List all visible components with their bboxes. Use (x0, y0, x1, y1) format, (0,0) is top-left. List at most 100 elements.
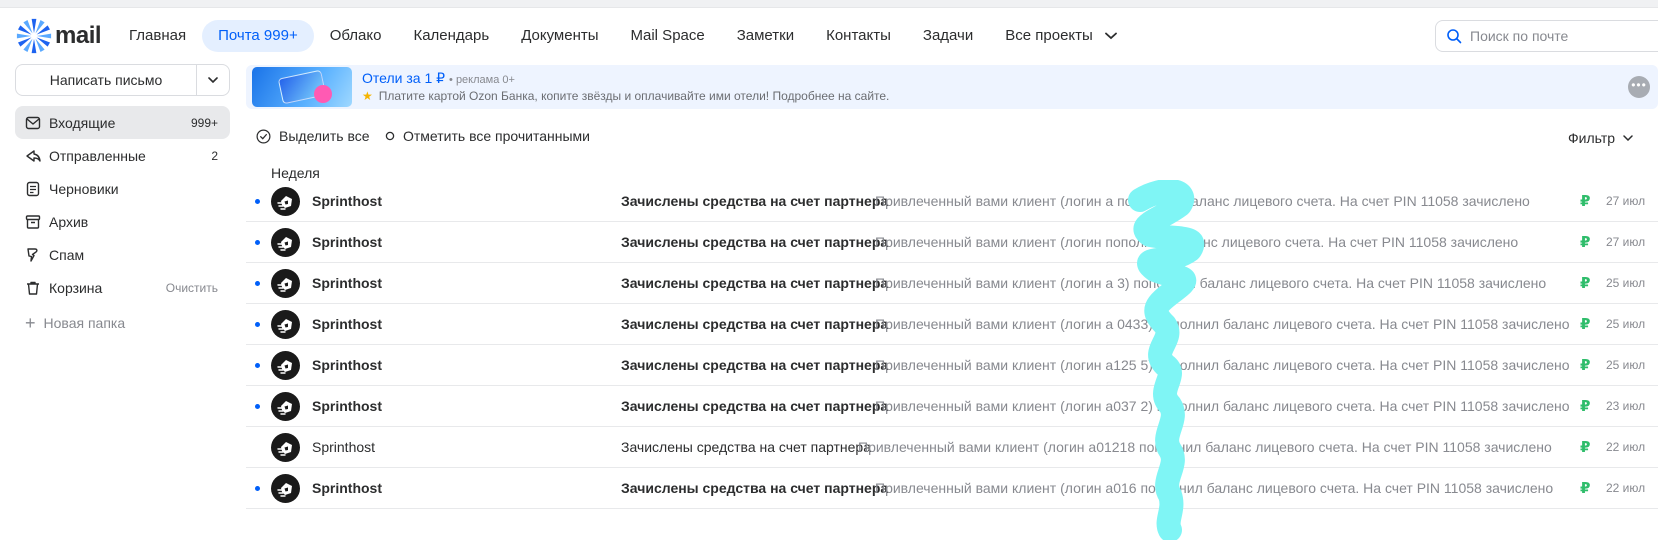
nav-mail-space[interactable]: Mail Space (615, 20, 721, 52)
ad-title[interactable]: Отели за 1 ₽ • реклама 0+ (362, 70, 515, 87)
message-row[interactable]: Sprinthost Зачислены средства на счет пар… (246, 263, 1658, 304)
ruble-icon: ₽ (1580, 439, 1591, 456)
message-row[interactable]: Sprinthost Зачислены средства на счет пар… (246, 386, 1658, 427)
ruble-icon: ₽ (1580, 357, 1591, 374)
sender-avatar[interactable] (271, 433, 300, 462)
compose-dropdown-button[interactable] (197, 65, 229, 95)
message-subject: Зачислены средства на счет партнера (621, 480, 889, 496)
badge-graphic (314, 85, 332, 103)
sender-avatar[interactable] (271, 392, 300, 421)
folder-spam[interactable]: Спам (15, 238, 230, 271)
folder-label: Корзина (49, 279, 103, 296)
unread-dot[interactable] (255, 240, 260, 245)
nav-tasks[interactable]: Задачи (907, 20, 989, 52)
filter-button[interactable]: Фильтр (1568, 130, 1633, 146)
message-sender: Sprinthost (312, 480, 382, 496)
sender-avatar[interactable] (271, 187, 300, 216)
logo-text: mail (55, 22, 102, 49)
unread-dot[interactable] (255, 486, 260, 491)
search-input[interactable] (1470, 28, 1650, 44)
message-date: 27 июл (1606, 194, 1646, 208)
sprinthost-logo-icon (276, 400, 292, 415)
new-folder-button[interactable]: + Новая папка (25, 314, 125, 332)
circle-icon (385, 131, 395, 141)
sender-avatar[interactable] (271, 310, 300, 339)
message-sender: Sprinthost (312, 439, 376, 455)
message-subject: Зачислены средства на счет партнера (621, 316, 889, 332)
message-snippet: Привлеченный вами клиент (логин а01218 п… (858, 439, 1552, 455)
compose-button-group: Написать письмо (15, 64, 230, 96)
message-row[interactable]: Sprinthost Зачислены средства на счет пар… (246, 345, 1658, 386)
folder-count: 2 (211, 148, 218, 163)
message-date: 25 июл (1606, 358, 1646, 372)
folder-label: Архив (49, 213, 89, 230)
message-row[interactable]: Sprinthost Зачислены средства на счет пар… (246, 427, 1658, 468)
sender-avatar[interactable] (271, 228, 300, 257)
mark-all-read-label: Отметить все прочитанными (403, 128, 591, 144)
nav-all-projects-label: Все проекты (1005, 27, 1093, 44)
group-label: Неделя (271, 165, 320, 181)
message-subject: Зачислены средства на счет партнера (621, 398, 889, 414)
unread-dot[interactable] (255, 404, 260, 409)
mail-logo[interactable]: mail (15, 17, 102, 55)
message-row[interactable]: Sprinthost Зачислены средства на счет пар… (246, 468, 1658, 509)
message-date: 27 июл (1606, 235, 1646, 249)
ad-meta: • реклама 0+ (449, 74, 515, 86)
sender-avatar[interactable] (271, 269, 300, 298)
inbox-icon (25, 116, 41, 129)
select-all-label: Выделить все (279, 128, 370, 144)
chevron-down-icon (208, 77, 218, 83)
message-date: 25 июл (1606, 276, 1646, 290)
unread-dot[interactable] (255, 281, 260, 286)
folder-trash[interactable]: Корзина Очистить (15, 271, 230, 304)
ad-more-button[interactable]: ••• (1628, 76, 1650, 98)
sender-avatar[interactable] (271, 351, 300, 380)
ruble-icon: ₽ (1580, 193, 1591, 210)
message-snippet: Привлеченный вами клиент (логин а 0433) … (875, 316, 1570, 332)
message-date: 22 июл (1606, 440, 1646, 454)
message-subject: Зачислены средства на счет партнера (621, 439, 872, 455)
sprinthost-logo-icon (276, 318, 292, 333)
select-all-button[interactable]: Выделить все (256, 128, 370, 144)
message-snippet: Привлеченный вами клиент (логин а016 поп… (875, 480, 1554, 496)
folder-inbox[interactable]: Входящие 999+ (15, 106, 230, 139)
message-row[interactable]: Sprinthost Зачислены средства на счет пар… (246, 181, 1658, 222)
folder-archive[interactable]: Архив (15, 205, 230, 238)
ad-banner[interactable]: Отели за 1 ₽ • реклама 0+ ★ Платите карто… (246, 65, 1658, 109)
message-date: 23 июл (1606, 399, 1646, 413)
search-box[interactable] (1435, 20, 1658, 52)
nav-documents[interactable]: Документы (505, 20, 614, 52)
sent-icon (26, 149, 41, 162)
sprinthost-logo-icon (276, 441, 292, 456)
message-sender: Sprinthost (312, 316, 382, 332)
browser-top-strip (0, 0, 1658, 8)
message-list: Sprinthost Зачислены средства на счет пар… (246, 181, 1658, 509)
ruble-icon: ₽ (1580, 275, 1591, 292)
nav-home[interactable]: Главная (113, 20, 202, 52)
nav-mail[interactable]: Почта 999+ (202, 20, 314, 52)
folder-label: Черновики (49, 180, 119, 197)
message-row[interactable]: Sprinthost Зачислены средства на счет пар… (246, 304, 1658, 345)
nav-contacts[interactable]: Контакты (810, 20, 907, 52)
ruble-icon: ₽ (1580, 398, 1591, 415)
folder-sent[interactable]: Отправленные 2 (15, 139, 230, 172)
empty-trash-button[interactable]: Очистить (166, 281, 218, 295)
message-snippet: Привлеченный вами клиент (логин а пополн… (875, 193, 1530, 209)
mark-all-read-button[interactable]: Отметить все прочитанными (385, 128, 590, 144)
ad-title-text: Отели за 1 ₽ (362, 70, 446, 86)
nav-cloud[interactable]: Облако (314, 20, 398, 52)
compose-button[interactable]: Написать письмо (16, 65, 197, 95)
message-row[interactable]: Sprinthost Зачислены средства на счет пар… (246, 222, 1658, 263)
message-subject: Зачислены средства на счет партнера (621, 357, 889, 373)
unread-dot[interactable] (255, 199, 260, 204)
unread-dot[interactable] (255, 363, 260, 368)
folder-drafts[interactable]: Черновики (15, 172, 230, 205)
message-subject: Зачислены средства на счет партнера (621, 234, 889, 250)
ad-description: ★ Платите картой Ozon Банка, копите звёз… (362, 89, 889, 103)
nav-calendar[interactable]: Календарь (397, 20, 505, 52)
message-subject: Зачислены средства на счет партнера (621, 193, 889, 209)
nav-notes[interactable]: Заметки (721, 20, 810, 52)
unread-dot[interactable] (255, 322, 260, 327)
sender-avatar[interactable] (271, 474, 300, 503)
nav-all-projects[interactable]: Все проекты (989, 20, 1133, 52)
